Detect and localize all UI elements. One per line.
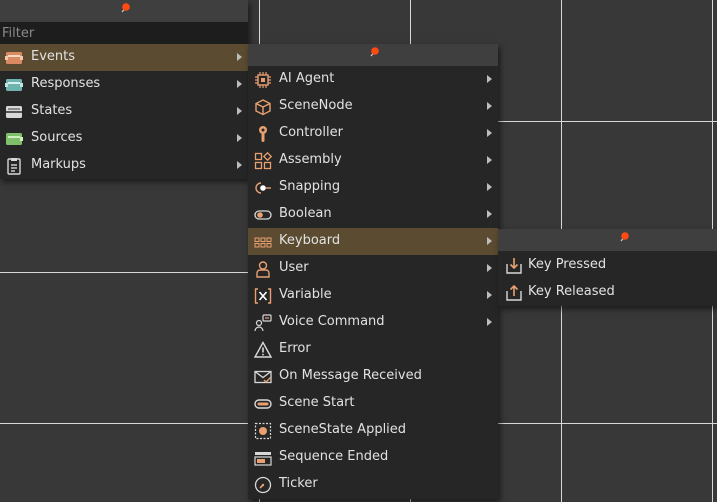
user-icon [256,261,270,278]
chevron-right-icon [487,183,492,191]
filter-input[interactable] [0,22,248,44]
menu-item-markups[interactable]: Markups [0,152,248,179]
menu-item-assembly[interactable]: Assembly [248,147,498,174]
menu-item-user[interactable]: User [248,255,498,282]
error-icon [254,341,272,358]
menu-item-label: SceneNode [279,98,353,113]
voice-command-icon [254,314,272,332]
menu-item-ai-agent[interactable]: AI Agent [248,66,498,93]
menu-item-scene-start[interactable]: Scene Start [248,390,498,417]
boolean-icon [254,210,272,220]
menu-item-keyboard[interactable]: Keyboard [248,228,498,255]
menu-item-on-message-received[interactable]: On Message Received [248,363,498,390]
chevron-right-icon [487,291,492,299]
menu-item-label: On Message Received [279,368,422,383]
menu-item-label: Responses [31,76,101,91]
responses-icon [5,79,23,91]
ai-agent-icon [255,72,271,88]
menu-item-controller[interactable]: Controller [248,120,498,147]
menu-item-label: Snapping [279,179,341,194]
chevron-right-icon [237,53,242,61]
pin-icon[interactable] [619,232,629,242]
key-pressed-icon [506,258,522,274]
keyboard-icon [254,237,272,248]
sequence-icon [254,452,272,466]
chevron-right-icon [487,210,492,218]
chevron-right-icon [487,156,492,164]
scenenode-icon [255,99,271,116]
menu-item-label: Markups [31,157,86,172]
context-menu-events: AI Agent SceneNode Controller Assembly S… [248,44,498,499]
snapping-icon [255,182,271,194]
menu-item-label: SceneState Applied [279,422,407,437]
menu-item-label: AI Agent [279,71,335,86]
context-menu-keyboard: Key Pressed Key Released [498,229,717,306]
sources-icon [6,133,23,145]
menu-item-snapping[interactable]: Snapping [248,174,498,201]
chevron-right-icon [487,129,492,137]
menu-item-label: Variable [279,287,332,302]
menu-item-events[interactable]: Events [0,44,248,71]
scenestate-icon [254,422,272,440]
menu-item-scenestate-applied[interactable]: SceneState Applied [248,417,498,444]
chevron-right-icon [237,107,242,115]
menu-item-label: States [31,103,73,118]
menu-item-sequence-ended[interactable]: Sequence Ended [248,444,498,471]
menu-item-key-pressed[interactable]: Key Pressed [498,252,717,279]
menu-item-label: Key Pressed [528,257,607,272]
menu-item-label: Sources [31,130,83,145]
ticker-icon [254,476,272,494]
menu-item-label: Error [279,341,311,356]
menu-item-sources[interactable]: Sources [0,125,248,152]
menu-drag-header[interactable] [248,44,498,66]
menu-item-label: Controller [279,125,343,140]
menu-item-label: Assembly [279,152,342,167]
menu-item-label: Boolean [279,206,332,221]
chevron-right-icon [487,102,492,110]
chevron-right-icon [237,80,242,88]
menu-item-ticker[interactable]: Ticker [248,471,498,498]
chevron-right-icon [237,134,242,142]
message-icon [254,370,272,384]
menu-item-states[interactable]: States [0,98,248,125]
menu-item-scenenode[interactable]: SceneNode [248,93,498,120]
chevron-right-icon [487,237,492,245]
menu-item-label: Voice Command [279,314,385,329]
menu-drag-header[interactable] [498,229,717,251]
menu-item-label: Key Released [528,284,615,299]
controller-icon [259,126,267,142]
chevron-right-icon [237,161,242,169]
menu-item-responses[interactable]: Responses [0,71,248,98]
pin-icon[interactable] [369,47,379,57]
menu-drag-header[interactable] [0,0,248,22]
menu-item-voice-command[interactable]: Voice Command [248,309,498,336]
pin-icon[interactable] [120,3,130,13]
scene-start-icon [254,399,272,409]
menu-item-label: Sequence Ended [279,449,389,464]
states-icon [6,106,22,118]
assembly-icon [254,152,272,170]
chevron-right-icon [487,318,492,326]
chevron-right-icon [487,75,492,83]
events-icon [5,52,23,64]
key-released-icon [506,284,522,301]
chevron-right-icon [487,264,492,272]
menu-item-label: Ticker [279,476,318,491]
variable-icon [254,288,272,304]
markups-icon [7,158,21,175]
menu-item-boolean[interactable]: Boolean [248,201,498,228]
context-menu-main: Events Responses States Sources [0,0,248,179]
menu-item-label: User [279,260,309,275]
menu-item-label: Keyboard [279,233,341,248]
menu-item-key-released[interactable]: Key Released [498,279,717,306]
menu-item-error[interactable]: Error [248,336,498,363]
menu-item-label: Events [31,49,76,64]
menu-item-label: Scene Start [279,395,355,410]
menu-item-variable[interactable]: Variable [248,282,498,309]
